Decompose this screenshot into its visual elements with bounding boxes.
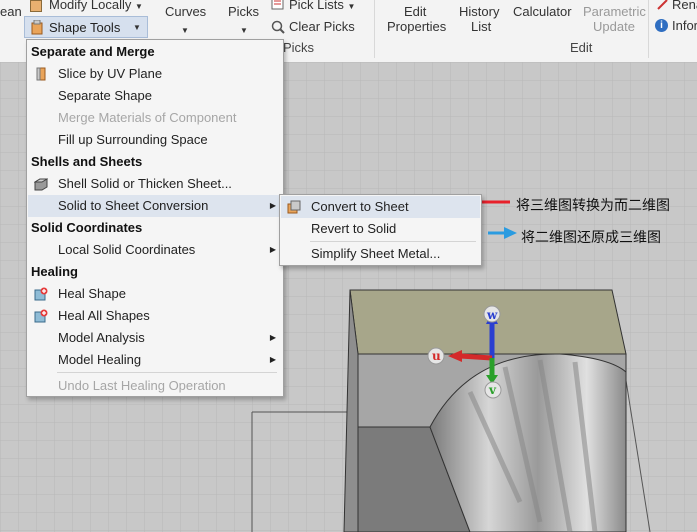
menu-section-separate-merge: Separate and Merge (31, 44, 155, 59)
submenu-item-revert-to-solid[interactable]: Revert to Solid (281, 218, 480, 240)
chevron-right-icon: ▶ (269, 355, 276, 364)
history-list-line1[interactable]: History (459, 4, 499, 19)
menu-item-fill-up-space[interactable]: Fill up Surrounding Space (28, 129, 282, 151)
chevron-right-icon: ▶ (269, 333, 276, 342)
pick-lists-icon (271, 0, 284, 10)
menu-item-shell-solid[interactable]: Shell Solid or Thicken Sheet... (28, 173, 282, 195)
menu-item-local-solid-coords[interactable]: Local Solid Coordinates ▶ (28, 239, 282, 261)
menu-item-model-analysis[interactable]: Model Analysis ▶ (28, 327, 282, 349)
menu-section-solid-coordinates: Solid Coordinates (31, 220, 143, 235)
calculator-button[interactable]: Calculator (513, 4, 572, 19)
menu-divider (310, 241, 476, 242)
menu-item-merge-materials: Merge Materials of Component (58, 110, 237, 125)
chevron-right-icon: ▶ (269, 245, 276, 254)
clear-picks-icon (271, 20, 285, 34)
menu-item-solid-to-sheet[interactable]: Solid to Sheet Conversion ▶ (28, 195, 282, 217)
chevron-down-icon: ▼ (133, 23, 141, 32)
heal-shape-icon (34, 287, 48, 301)
menu-item-heal-shape[interactable]: Heal Shape (28, 283, 282, 305)
ribbon-divider (648, 0, 649, 58)
solid-model[interactable] (343, 289, 627, 532)
chevron-down-icon: ▼ (240, 26, 248, 35)
heal-all-shapes-icon (34, 309, 48, 323)
menu-divider (57, 372, 277, 373)
submenu-item-simplify-sheet-metal[interactable]: Simplify Sheet Metal... (281, 243, 480, 265)
slice-icon (36, 67, 46, 81)
info-button[interactable]: Infor (672, 18, 697, 33)
modify-locally-button[interactable]: Modify Locally ▼ (49, 0, 143, 12)
edit-group-label: Edit (570, 40, 593, 55)
edit-properties-line1[interactable]: Edit (404, 4, 426, 19)
parametric-update-line2: Update (593, 19, 635, 34)
blue-annotation-text: 将二维图还原成三维图 (521, 230, 661, 246)
curves-button[interactable]: Curves (165, 4, 206, 19)
picks-button[interactable]: Picks (228, 4, 259, 19)
red-annotation-text: 将三维图转换为而二维图 (516, 198, 670, 214)
history-list-line2[interactable]: List (471, 19, 491, 34)
solid-to-sheet-submenu: Convert to Sheet Revert to Solid Simplif… (279, 194, 482, 266)
shape-tools-icon (31, 20, 43, 35)
rename-button[interactable]: Rena (672, 0, 697, 12)
pick-lists-label: Pick Lists (289, 0, 344, 12)
clear-picks-button[interactable]: Clear Picks (289, 19, 355, 34)
shell-solid-icon (34, 178, 48, 191)
axis-w-label: w (486, 308, 498, 322)
menu-item-undo-last-healing: Undo Last Healing Operation (58, 378, 226, 393)
picks-label: Picks (228, 4, 260, 19)
chevron-right-icon: ▶ (269, 201, 276, 210)
menu-item-heal-all-shapes[interactable]: Heal All Shapes (28, 305, 282, 327)
menu-section-healing: Healing (31, 264, 78, 279)
curves-label: Curves (165, 4, 207, 19)
menu-item-slice-by-uv-plane[interactable]: Slice by UV Plane (28, 63, 282, 85)
parametric-update-line1: Parametric (583, 4, 646, 19)
submenu-item-convert-to-sheet[interactable]: Convert to Sheet (281, 196, 480, 218)
axis-u-label: u (432, 349, 441, 363)
shape-tools-button[interactable]: Shape Tools ▼ (24, 16, 148, 38)
modify-locally-icon (30, 0, 42, 12)
shape-tools-label: Shape Tools (49, 20, 121, 35)
ribbon-divider (374, 0, 375, 58)
pick-lists-button[interactable]: Pick Lists ▼ (289, 0, 355, 12)
menu-item-separate-shape[interactable]: Separate Shape (28, 85, 282, 107)
ribbon-partial-label[interactable]: ean (0, 4, 22, 19)
info-icon: i (655, 19, 668, 32)
chevron-down-icon: ▼ (181, 26, 189, 35)
rename-icon (657, 0, 668, 10)
menu-item-model-healing[interactable]: Model Healing ▶ (28, 349, 282, 371)
modify-locally-label: Modify Locally (49, 0, 132, 12)
chevron-down-icon: ▼ (135, 2, 143, 11)
edit-properties-line2[interactable]: Properties (387, 19, 446, 34)
picks-group-label: Picks (283, 40, 315, 55)
shape-tools-menu: Separate and Merge Slice by UV Plane Sep… (26, 39, 284, 397)
convert-to-sheet-icon (287, 200, 301, 214)
chevron-down-icon: ▼ (347, 2, 356, 11)
axis-v-label: v (488, 383, 497, 397)
menu-section-shells-sheets: Shells and Sheets (31, 154, 143, 169)
